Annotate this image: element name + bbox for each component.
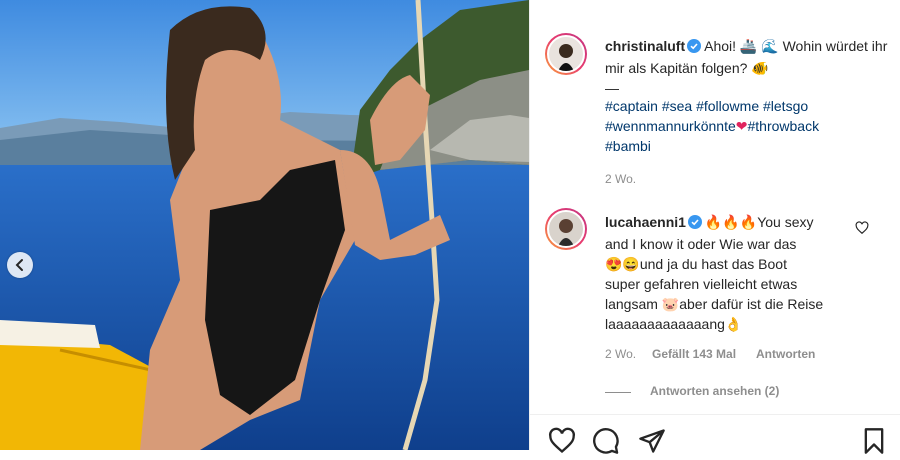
post-photo bbox=[0, 0, 529, 450]
caption: christinaluft Ahoi! 🚢 🌊 Wohin würdet ihr … bbox=[605, 36, 890, 98]
view-replies-label[interactable]: Antworten ansehen (2) bbox=[650, 384, 779, 398]
caption-dash: — bbox=[605, 80, 619, 96]
hashtag-bambi[interactable]: #bambi bbox=[605, 138, 651, 154]
like-comment-button[interactable] bbox=[855, 221, 869, 240]
hashtag-letsgo[interactable]: #letsgo bbox=[763, 98, 808, 114]
comments-panel: christinaluft Ahoi! 🚢 🌊 Wohin würdet ihr … bbox=[529, 0, 900, 454]
hashtag-captain[interactable]: #captain bbox=[605, 98, 658, 114]
view-replies-button[interactable]: Antworten ansehen (2) bbox=[650, 384, 779, 398]
reply-button[interactable]: Antworten bbox=[756, 347, 815, 361]
like-button[interactable] bbox=[548, 427, 576, 460]
comment: lucahaenni1 🔥🔥🔥You sexy and I know it ode… bbox=[605, 212, 855, 334]
commenter-username[interactable]: lucahaenni1 bbox=[605, 214, 686, 230]
replies-divider bbox=[605, 392, 631, 393]
bookmark-icon bbox=[864, 428, 884, 454]
save-button[interactable] bbox=[860, 427, 888, 460]
comment-line-2: and I know it oder Wie war das bbox=[605, 236, 797, 252]
comment-line-6: laaaaaaaaaaaaang👌 bbox=[605, 316, 743, 332]
hashtag-wennmannurkonnte[interactable]: #wennmannurkönnte bbox=[605, 118, 736, 134]
hashtag-throwback[interactable]: #throwback bbox=[748, 118, 820, 134]
reply-label[interactable]: Antworten bbox=[756, 347, 815, 361]
comment-likes[interactable]: Gefällt 143 Mal bbox=[652, 347, 736, 361]
commenter-avatar[interactable] bbox=[545, 208, 587, 250]
author-username[interactable]: christinaluft bbox=[605, 38, 685, 54]
heart-emoji: ❤ bbox=[735, 118, 748, 134]
hashtag-list: #captain #sea #followme #letsgo #wennman… bbox=[605, 96, 890, 156]
comment-line-1: 🔥🔥🔥You sexy bbox=[704, 214, 814, 230]
comment-line-5: langsam 🐷aber dafür ist die Reise bbox=[605, 296, 824, 312]
heart-icon bbox=[549, 427, 575, 454]
comment-icon bbox=[593, 428, 619, 454]
verified-badge-icon bbox=[687, 214, 702, 234]
comment-line-3: 😍😄und ja du hast das Boot bbox=[605, 256, 787, 272]
verified-badge-icon bbox=[687, 38, 702, 58]
hashtag-followme[interactable]: #followme bbox=[696, 98, 759, 114]
author-avatar[interactable] bbox=[545, 33, 587, 75]
share-button[interactable] bbox=[638, 427, 666, 460]
comment-button[interactable] bbox=[592, 427, 620, 460]
comment-time[interactable]: 2 Wo. bbox=[605, 347, 636, 361]
share-icon bbox=[639, 429, 665, 453]
chevron-left-icon bbox=[15, 259, 23, 271]
comment-likes-text[interactable]: Gefällt 143 Mal bbox=[652, 347, 736, 361]
heart-icon bbox=[855, 221, 869, 235]
post-time[interactable]: 2 Wo. bbox=[605, 172, 636, 186]
previous-image-button[interactable] bbox=[7, 252, 33, 278]
comment-line-4: super gefahren vielleicht etwas bbox=[605, 276, 798, 292]
action-bar bbox=[530, 414, 900, 454]
hashtag-sea[interactable]: #sea bbox=[662, 98, 692, 114]
